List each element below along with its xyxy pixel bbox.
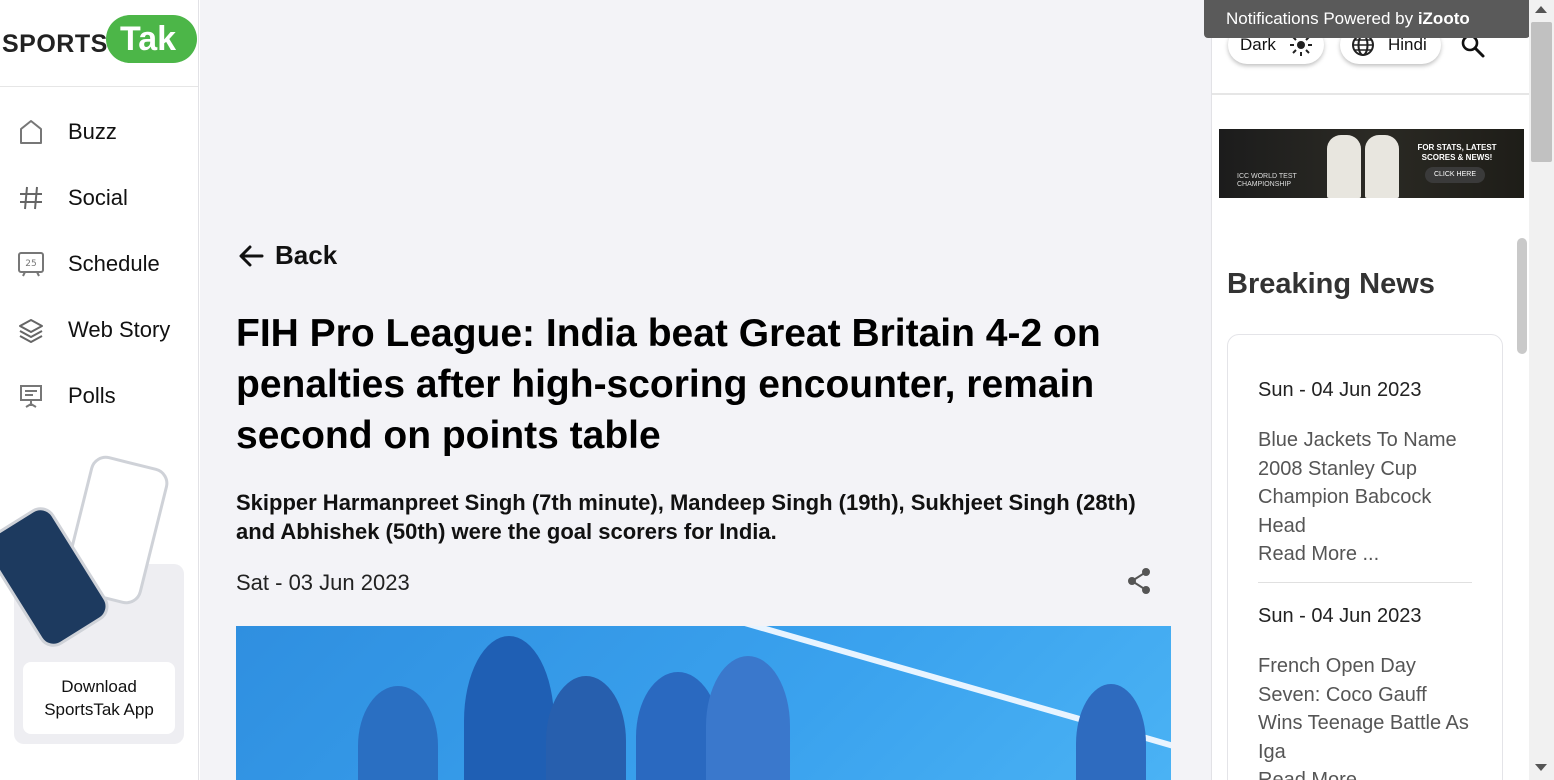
breaking-news-scrollbar[interactable] (1517, 238, 1527, 354)
download-app-button[interactable]: Download SportsTak App (23, 662, 175, 734)
nav-item-social[interactable]: Social (0, 165, 198, 231)
dark-mode-label: Dark (1240, 35, 1276, 54)
app-download-promo: Download SportsTak App (0, 452, 184, 744)
read-more-link[interactable]: Read More ... (1258, 766, 1472, 780)
banner-left-text: ICC WORLD TEST CHAMPIONSHIP (1237, 173, 1297, 188)
read-more-link[interactable]: Read More ... (1258, 540, 1472, 568)
article-summary: Skipper Harmanpreet Singh (7th minute), … (236, 490, 1136, 544)
back-button[interactable]: Back (236, 240, 337, 271)
nav-item-polls[interactable]: Polls (0, 363, 198, 429)
page-scrollbar[interactable] (1529, 0, 1554, 780)
news-divider (1258, 582, 1472, 583)
notification-text: Notifications Powered by (1226, 9, 1418, 28)
notification-powered-banner: Notifications Powered by iZooto (1204, 0, 1530, 38)
article-hero-image (236, 626, 1171, 780)
logo-tak-badge: Tak (106, 15, 197, 63)
svg-text:25: 25 (25, 259, 36, 269)
news-date: Sun - 04 Jun 2023 (1258, 605, 1422, 627)
article-date: Sat - 03 Jun 2023 (236, 570, 410, 595)
sportstak-logo[interactable]: SPORTS Tak (0, 0, 198, 87)
breaking-news-item[interactable]: Sun - 04 Jun 2023 Blue Jackets To Name 2… (1258, 379, 1472, 568)
hashtag-icon (16, 183, 46, 213)
izooto-brand: iZooto (1417, 9, 1470, 28)
nav-label-buzz: Buzz (68, 119, 117, 144)
news-date: Sun - 04 Jun 2023 (1258, 379, 1422, 401)
nav-label-polls: Polls (68, 383, 116, 408)
scroll-thumb[interactable] (1531, 22, 1552, 162)
news-headline[interactable]: Blue Jackets To Name 2008 Stanley Cup Ch… (1258, 426, 1472, 540)
wtc-banner-ad[interactable]: ICC WORLD TEST CHAMPIONSHIP FOR STATS, L… (1219, 129, 1524, 198)
share-icon[interactable] (1124, 566, 1154, 596)
main-nav: Buzz Social 25 Schedule Web Story Polls (0, 99, 198, 429)
arrow-left-icon (239, 245, 264, 266)
sidebar: SPORTS Tak Buzz Social 25 Schedule Web S… (0, 0, 199, 780)
banner-click-here-button[interactable]: CLICK HERE (1425, 167, 1485, 183)
scroll-up-arrow-icon[interactable] (1535, 6, 1547, 13)
nav-label-web-story: Web Story (68, 317, 171, 342)
nav-label-schedule: Schedule (68, 251, 160, 276)
logo-sports-text: SPORTS (2, 30, 108, 58)
calendar-icon: 25 (16, 249, 46, 279)
back-label: Back (275, 240, 338, 270)
nav-item-buzz[interactable]: Buzz (0, 99, 198, 165)
scroll-down-arrow-icon[interactable] (1535, 764, 1547, 771)
language-label: Hindi (1388, 35, 1427, 54)
banner-tagline: FOR STATS, LATEST SCORES & NEWS! (1417, 143, 1497, 162)
nav-label-social: Social (68, 185, 128, 210)
poll-board-icon (16, 381, 46, 411)
right-column: Dark Hindi ICC WORLD TEST CHAMPIONSHIP F… (1211, 0, 1529, 780)
breaking-news-card: Sun - 04 Jun 2023 Blue Jackets To Name 2… (1227, 334, 1503, 780)
article-headline: FIH Pro League: India beat Great Britain… (236, 312, 1101, 457)
article-main: Back FIH Pro League: India beat Great Br… (200, 0, 1211, 780)
nav-item-schedule[interactable]: 25 Schedule (0, 231, 198, 297)
page: SPORTS Tak Buzz Social 25 Schedule Web S… (0, 0, 1554, 780)
home-icon (16, 117, 46, 147)
layers-icon (16, 315, 46, 345)
nav-item-web-story[interactable]: Web Story (0, 297, 198, 363)
news-headline[interactable]: French Open Day Seven: Coco Gauff Wins T… (1258, 652, 1472, 766)
breaking-news-item[interactable]: Sun - 04 Jun 2023 French Open Day Seven:… (1258, 605, 1472, 780)
breaking-news-title: Breaking News (1227, 268, 1435, 300)
